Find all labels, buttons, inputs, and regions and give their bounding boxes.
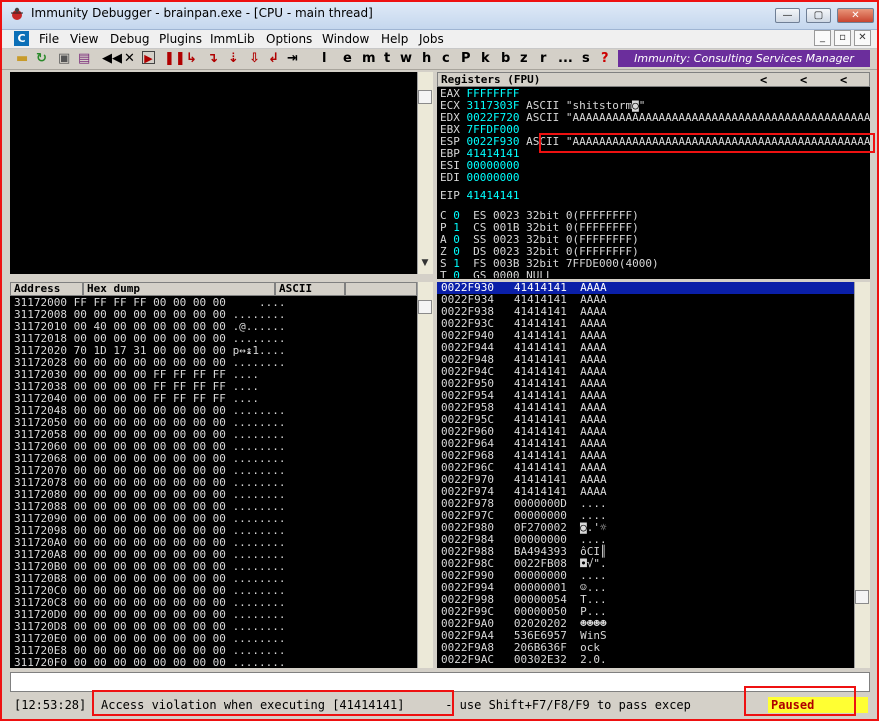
window-title: Immunity Debugger - brainpan.exe - [CPU … (31, 6, 373, 20)
register-name: EDI (440, 171, 460, 184)
disassembly-pane[interactable] (10, 72, 417, 274)
stack-value: 00302E32 (513, 653, 567, 666)
minimize-button[interactable]: — (775, 8, 800, 23)
menu-file[interactable]: File (39, 32, 59, 46)
esp-highlight-box (539, 133, 875, 153)
menu-help[interactable]: Help (381, 32, 408, 46)
terminate-icon[interactable]: ✕ (124, 51, 135, 67)
dump-content: 31172000 FF FF FF FF 00 00 00 00 .... 311… (10, 297, 417, 668)
registers-nav-left-icon[interactable]: < (760, 73, 767, 87)
mdi-minimize-button[interactable]: _ (814, 30, 831, 46)
attach-icon[interactable]: ▤ (78, 51, 90, 67)
toolbar-run-trace-button[interactable]: ... (558, 51, 573, 67)
dump-header-hex[interactable]: Hex dump (83, 282, 275, 296)
dump-address: 311720F0 (14, 656, 67, 669)
pause-icon[interactable]: ❚❚ (164, 51, 186, 67)
toolbar-references-button[interactable]: r (540, 51, 546, 67)
cpu-window-icon: C (14, 31, 29, 46)
dump-row[interactable]: 311720F0 00 00 00 00 00 00 00 00 .......… (14, 656, 286, 669)
close-file-icon[interactable]: ▣ (58, 51, 70, 67)
run-icon[interactable]: ▶ (142, 51, 155, 65)
toolbar-call-stack-button[interactable]: k (481, 51, 490, 67)
menu-view[interactable]: View (70, 32, 98, 46)
status-message-highlight-box (92, 690, 454, 716)
step-into-icon[interactable]: ↳ (186, 51, 197, 67)
flag-bit: 0 (453, 269, 460, 279)
menu-jobs[interactable]: Jobs (419, 32, 444, 46)
stack-address: 0022F9AC (441, 653, 494, 666)
dump-header-address[interactable]: Address (10, 282, 83, 296)
register-value: 00000000 (466, 171, 520, 184)
stack-ascii: 2.0. (580, 653, 607, 666)
restart-icon[interactable]: ↻ (36, 51, 47, 67)
registers-title: Registers (FPU) (441, 73, 541, 86)
menu-debug[interactable]: Debug (110, 32, 149, 46)
dump-header-spacer (345, 282, 417, 296)
paused-highlight-box (744, 686, 856, 716)
status-hint: - use Shift+F7/F8/F9 to pass excep (438, 698, 691, 712)
register-row[interactable]: EDI 00000000 (440, 172, 526, 184)
flag-row[interactable]: T 0 GS 0000 NULL (440, 269, 559, 279)
stack-scrollbar[interactable] (854, 282, 870, 668)
trace-over-icon[interactable]: ⇩ (249, 51, 260, 67)
mdi-close-button[interactable]: ✕ (854, 30, 871, 46)
consulting-services-banner[interactable]: Immunity: Consulting Services Manager (618, 50, 870, 67)
stack-scroll-thumb[interactable] (855, 590, 869, 604)
close-button[interactable]: ✕ (837, 8, 874, 23)
dump-hex: 00 00 00 00 00 00 00 00 (73, 656, 226, 669)
toolbar-cpu-button[interactable]: c (442, 51, 450, 67)
execute-till-return-icon[interactable]: ↲ (268, 51, 279, 67)
toolbar-patches-button[interactable]: P (461, 51, 471, 67)
stack-row[interactable]: 0022F9AC 00302E32 2.0. (437, 654, 854, 666)
toolbar-memory-map-button[interactable]: m (362, 51, 376, 67)
dump-ascii: ........ (232, 656, 286, 669)
step-over-icon[interactable]: ↴ (207, 51, 218, 67)
register-value: 41414141 (466, 189, 520, 202)
dump-header-ascii[interactable]: ASCII (275, 282, 345, 296)
menu-window[interactable]: Window (322, 32, 369, 46)
dump-scroll-thumb[interactable] (418, 300, 432, 314)
eip-row[interactable]: EIP 41414141 (440, 190, 519, 202)
menu-immlib[interactable]: ImmLib (210, 32, 255, 46)
register-name: EIP (440, 189, 460, 202)
maximize-button[interactable]: ▢ (806, 8, 831, 23)
toolbar-threads-button[interactable]: t (384, 51, 390, 67)
menu-plugins[interactable]: Plugins (159, 32, 202, 46)
toolbar-z-button[interactable]: z (520, 51, 528, 67)
toolbar-executable-modules-button[interactable]: e (343, 51, 352, 67)
stack-content: 0022F930 41414141 AAAA 0022F934 41414141 … (437, 282, 854, 668)
toolbar-log-button[interactable]: l (322, 51, 326, 67)
toolbar-help-button[interactable]: ? (601, 51, 609, 67)
toolbar-breakpoints-button[interactable]: b (501, 51, 510, 67)
registers-nav-right-icon[interactable]: < (840, 73, 847, 87)
open-folder-icon[interactable]: ▬ (16, 51, 28, 67)
mdi-restore-button[interactable]: ▫ (834, 30, 851, 46)
scroll-down-arrow-icon[interactable]: ▼ (418, 258, 432, 272)
disassembly-scroll-thumb[interactable] (418, 90, 432, 104)
toolbar-handles-button[interactable]: h (422, 51, 431, 67)
toolbar-windows-button[interactable]: w (400, 51, 412, 67)
segment-selector: 0000 (493, 269, 520, 279)
menu-options[interactable]: Options (266, 32, 312, 46)
status-time: [12:53:28] (14, 698, 87, 712)
segment-name: GS (473, 269, 487, 279)
flag-name: T (440, 269, 447, 279)
registers-content: EAX FFFFFFFF ECX 3117303F ASCII "shitsto… (437, 88, 870, 278)
debugger-bug-icon (11, 7, 23, 20)
command-input[interactable] (10, 672, 870, 692)
register-comment: ASCII "AAAAAAAAAAAAAAAAAAAAAAAAAAAAAAAAA… (526, 111, 870, 124)
trace-into-icon[interactable]: ⇣ (228, 51, 239, 67)
dump-scrollbar[interactable] (417, 282, 433, 668)
segment-desc: 7FFDE000(4000) (565, 257, 659, 270)
goto-icon[interactable]: ⇥ (287, 51, 298, 67)
rewind-icon[interactable]: ◀◀ (102, 51, 122, 67)
registers-nav-mid-icon[interactable]: < (800, 73, 807, 87)
toolbar-source-button[interactable]: s (582, 51, 590, 67)
segment-mode: NULL (526, 269, 553, 279)
